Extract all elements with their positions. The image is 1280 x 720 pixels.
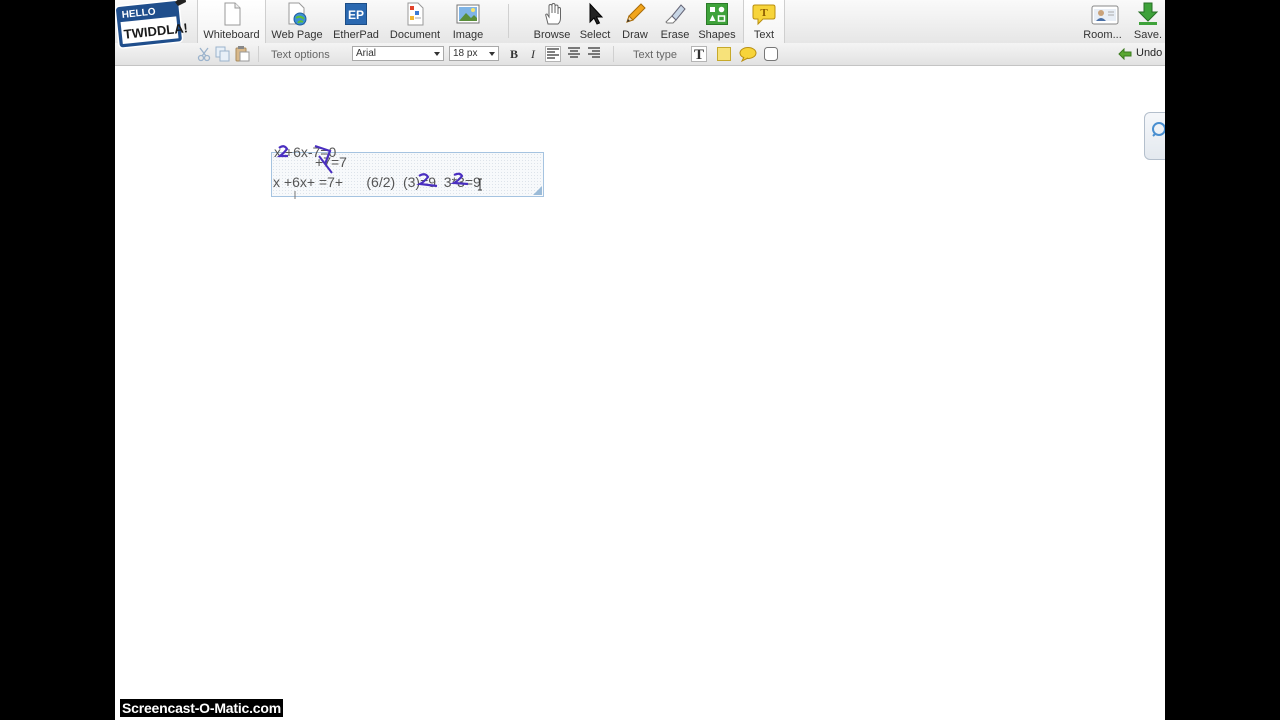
text-cursor-icon	[478, 178, 482, 191]
twiddla-app: HELLO TWIDDLA! Whiteboard Web Page EP Et…	[115, 0, 1165, 720]
ink-squared-mark	[449, 172, 469, 186]
twiddla-logo: HELLO TWIDDLA!	[115, 0, 189, 50]
ink-slash-stroke	[318, 155, 333, 174]
ink-squared-exponent	[276, 145, 289, 158]
handwritten-ink-strokes	[276, 144, 482, 199]
ink-arrow-exponent	[416, 173, 438, 188]
recorder-watermark: Screencast-O-Matic.com	[120, 699, 283, 717]
